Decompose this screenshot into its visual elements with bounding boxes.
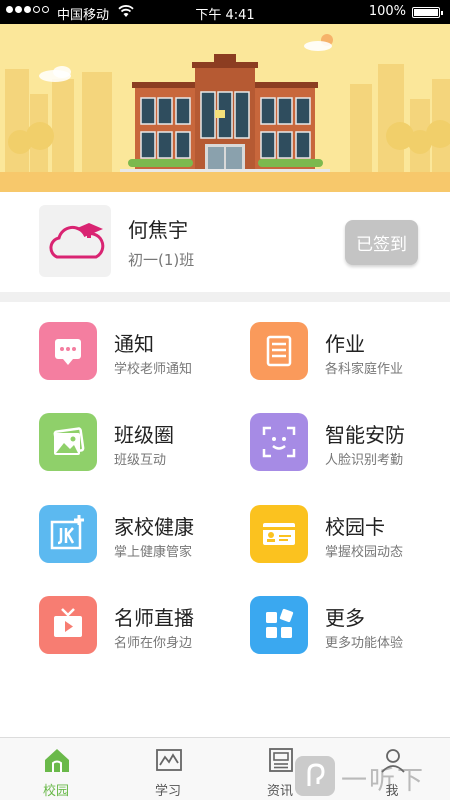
status-bar: 中国移动 下午 4:41 100% bbox=[0, 0, 450, 24]
chart-icon bbox=[156, 749, 182, 771]
document-icon bbox=[250, 322, 308, 380]
news-icon bbox=[269, 748, 293, 772]
health-jk-icon bbox=[39, 505, 97, 563]
battery-icon bbox=[412, 7, 443, 18]
feature-subtitle: 班级互动 bbox=[114, 453, 167, 468]
feature-title: 班级圈 bbox=[114, 423, 174, 447]
section-divider bbox=[0, 292, 450, 302]
home-icon bbox=[45, 749, 69, 772]
feature-smart-security[interactable]: 智能安防 人脸识别考勤 bbox=[250, 413, 450, 477]
profile-card: 何焦宇 初一(1)班 已签到 bbox=[0, 192, 450, 292]
tab-study[interactable]: 学习 bbox=[112, 738, 224, 800]
photo-icon bbox=[39, 413, 97, 471]
id-card-icon bbox=[250, 505, 308, 563]
face-scan-icon bbox=[250, 413, 308, 471]
feature-more[interactable]: 更多 更多功能体验 bbox=[250, 596, 450, 660]
avatar[interactable] bbox=[39, 205, 111, 277]
tv-play-icon bbox=[39, 596, 97, 654]
school-banner bbox=[0, 24, 450, 192]
tab-campus[interactable]: 校园 bbox=[0, 738, 112, 800]
student-name: 何焦宇 bbox=[128, 218, 188, 242]
signin-button[interactable]: 已签到 bbox=[345, 220, 418, 265]
feature-title: 家校健康 bbox=[114, 515, 194, 539]
battery-percent: 100% bbox=[368, 4, 406, 19]
feature-notice[interactable]: 通知 学校老师通知 bbox=[39, 322, 239, 386]
school-building-illustration bbox=[5, 34, 450, 179]
tab-label: 校园 bbox=[42, 784, 69, 799]
feature-title: 更多 bbox=[325, 606, 365, 630]
feature-title: 智能安防 bbox=[325, 423, 405, 447]
feature-title: 通知 bbox=[114, 332, 154, 356]
student-class: 初一(1)班 bbox=[128, 251, 195, 269]
feature-class-circle[interactable]: 班级圈 班级互动 bbox=[39, 413, 239, 477]
feature-subtitle: 掌握校园动态 bbox=[325, 545, 404, 560]
watermark-text: 一听下载 bbox=[341, 766, 426, 796]
feature-subtitle: 各科家庭作业 bbox=[325, 362, 404, 377]
feature-title: 校园卡 bbox=[325, 515, 385, 539]
apps-grid-icon bbox=[250, 596, 308, 654]
feature-subtitle: 人脸识别考勤 bbox=[325, 453, 404, 468]
ear-listen-icon bbox=[295, 756, 335, 796]
watermark: 一听下载 bbox=[295, 752, 450, 800]
feature-campus-card[interactable]: 校园卡 掌握校园动态 bbox=[250, 505, 450, 569]
feature-title: 作业 bbox=[325, 332, 365, 356]
feature-subtitle: 学校老师通知 bbox=[114, 362, 193, 377]
cloud-graduation-cap-icon bbox=[49, 223, 105, 259]
feature-homework[interactable]: 作业 各科家庭作业 bbox=[250, 322, 450, 386]
feature-subtitle: 名师在你身边 bbox=[114, 636, 193, 651]
feature-home-school-health[interactable]: 家校健康 掌上健康管家 bbox=[39, 505, 239, 569]
tab-label: 学习 bbox=[154, 784, 181, 799]
chat-bubble-icon bbox=[39, 322, 97, 380]
feature-title: 名师直播 bbox=[114, 606, 194, 630]
feature-subtitle: 掌上健康管家 bbox=[114, 545, 193, 560]
feature-subtitle: 更多功能体验 bbox=[325, 636, 404, 651]
feature-teacher-live[interactable]: 名师直播 名师在你身边 bbox=[39, 596, 239, 660]
